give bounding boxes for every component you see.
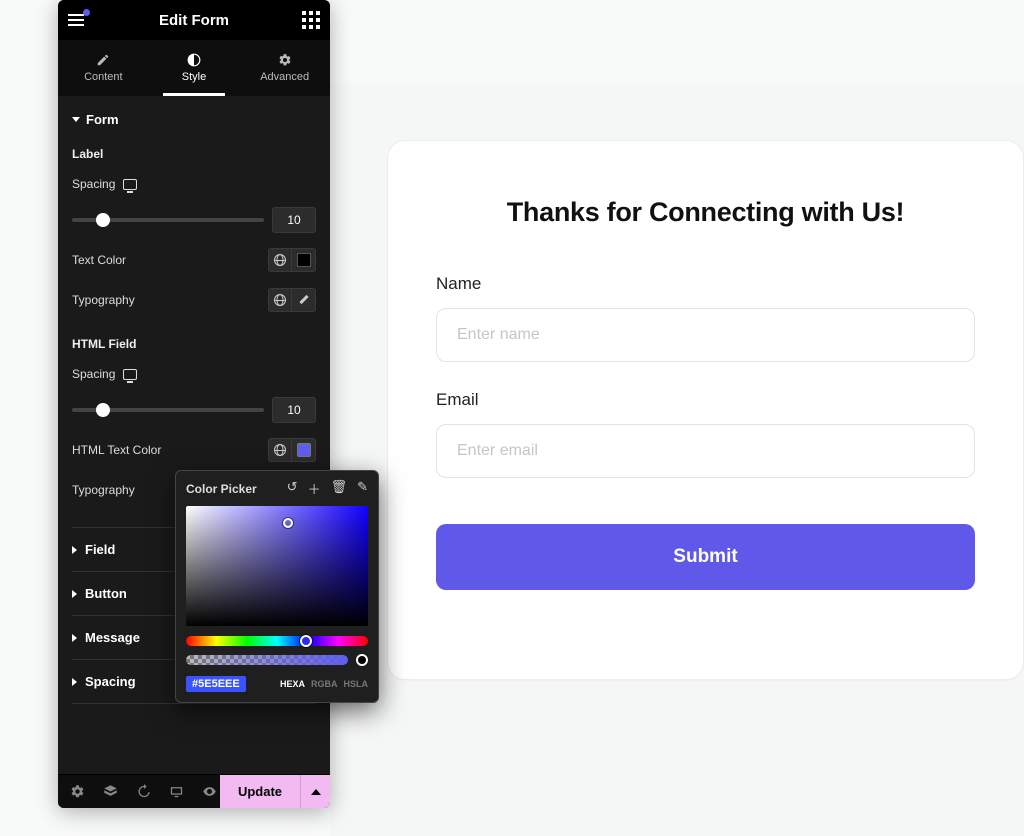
preview-icon[interactable]: [202, 784, 217, 799]
pencil-icon: [96, 53, 110, 67]
html-spacing-label: Spacing: [72, 367, 137, 381]
typography-label: Typography: [72, 293, 135, 307]
eyedropper-icon[interactable]: ✎: [357, 479, 368, 498]
apps-grid-icon[interactable]: [302, 11, 320, 29]
current-color-swatch: [356, 654, 368, 666]
global-typography-button[interactable]: [268, 288, 292, 312]
slider-thumb[interactable]: [96, 403, 110, 417]
settings-icon[interactable]: [70, 784, 85, 799]
html-text-color-label: HTML Text Color: [72, 443, 161, 457]
field-email: Email: [436, 390, 975, 478]
color-picker-title: Color Picker: [186, 482, 257, 496]
group-html-heading: HTML Field: [72, 337, 316, 351]
tab-content[interactable]: Content: [58, 40, 149, 96]
section-label: Button: [85, 586, 127, 601]
section-label: Message: [85, 630, 140, 645]
saturation-value-area[interactable]: [186, 506, 368, 626]
chevron-right-icon: [72, 678, 77, 686]
hue-thumb[interactable]: [300, 635, 312, 647]
color-swatch-button[interactable]: [292, 438, 316, 462]
tab-label: Advanced: [260, 71, 309, 83]
pencil-icon: [298, 294, 310, 306]
format-rgba[interactable]: RGBA: [311, 679, 338, 689]
history-icon[interactable]: [136, 784, 151, 799]
slider-thumb[interactable]: [96, 213, 110, 227]
color-picker-popover: Color Picker ↺ ＋ 🗑 ✎ #5E5EEE HEXA RGBA H…: [175, 470, 379, 703]
notification-dot-icon: [83, 9, 90, 16]
trash-icon[interactable]: 🗑: [331, 479, 348, 498]
chevron-right-icon: [72, 634, 77, 642]
responsive-mode-icon[interactable]: [169, 784, 184, 799]
field-label: Email: [436, 390, 975, 410]
submit-button[interactable]: Submit: [436, 524, 975, 590]
text-color-label: Text Color: [72, 253, 126, 267]
sv-thumb[interactable]: [283, 518, 293, 528]
form-title: Thanks for Connecting with Us!: [436, 197, 975, 228]
edit-typography-button[interactable]: [292, 288, 316, 312]
email-input[interactable]: [436, 424, 975, 478]
chevron-down-icon: [72, 117, 80, 122]
spacing-label: Spacing: [72, 177, 137, 191]
contrast-icon: [187, 53, 201, 67]
chevron-up-icon: [311, 789, 321, 795]
gear-icon: [278, 53, 292, 67]
html-spacing-value-input[interactable]: [272, 397, 316, 423]
format-hexa[interactable]: HEXA: [280, 679, 305, 689]
add-icon[interactable]: ＋: [308, 479, 321, 498]
hue-slider[interactable]: [186, 636, 368, 646]
panel-title: Edit Form: [58, 12, 330, 29]
editor-tabs: Content Style Advanced: [58, 40, 330, 96]
global-color-button[interactable]: [268, 248, 292, 272]
section-label: Spacing: [85, 674, 136, 689]
field-name: Name: [436, 274, 975, 362]
menu-icon[interactable]: [68, 14, 84, 26]
update-button[interactable]: Update: [220, 775, 300, 808]
global-color-button[interactable]: [268, 438, 292, 462]
globe-icon: [274, 254, 286, 266]
tab-label: Content: [84, 71, 123, 83]
color-swatch-icon: [297, 253, 311, 267]
html-spacing-slider[interactable]: [72, 408, 264, 412]
field-label: Name: [436, 274, 975, 294]
navigator-icon[interactable]: [103, 784, 118, 799]
section-title: Form: [86, 112, 119, 127]
editor-header: Edit Form: [58, 0, 330, 40]
group-label-heading: Label: [72, 147, 316, 161]
section-label: Field: [85, 542, 115, 557]
globe-icon: [274, 294, 286, 306]
chevron-right-icon: [72, 590, 77, 598]
update-options-button[interactable]: [300, 775, 330, 808]
form-preview-card: Thanks for Connecting with Us! Name Emai…: [387, 140, 1024, 680]
tab-label: Style: [182, 71, 206, 83]
reset-icon[interactable]: ↺: [287, 479, 298, 498]
chevron-right-icon: [72, 546, 77, 554]
alpha-slider[interactable]: [186, 655, 348, 665]
color-swatch-button[interactable]: [292, 248, 316, 272]
tab-advanced[interactable]: Advanced: [239, 40, 330, 96]
name-input[interactable]: [436, 308, 975, 362]
globe-icon: [274, 444, 286, 456]
responsive-icon[interactable]: [123, 179, 137, 190]
hex-value[interactable]: #5E5EEE: [186, 676, 246, 692]
spacing-slider[interactable]: [72, 218, 264, 222]
color-swatch-icon: [297, 443, 311, 457]
color-format-tabs: HEXA RGBA HSLA: [280, 679, 368, 689]
section-form-toggle[interactable]: Form: [72, 108, 316, 139]
html-typography-label: Typography: [72, 483, 135, 497]
responsive-icon[interactable]: [123, 369, 137, 380]
tab-style[interactable]: Style: [149, 40, 240, 96]
editor-footer: Update: [58, 774, 330, 808]
spacing-value-input[interactable]: [272, 207, 316, 233]
format-hsla[interactable]: HSLA: [344, 679, 369, 689]
